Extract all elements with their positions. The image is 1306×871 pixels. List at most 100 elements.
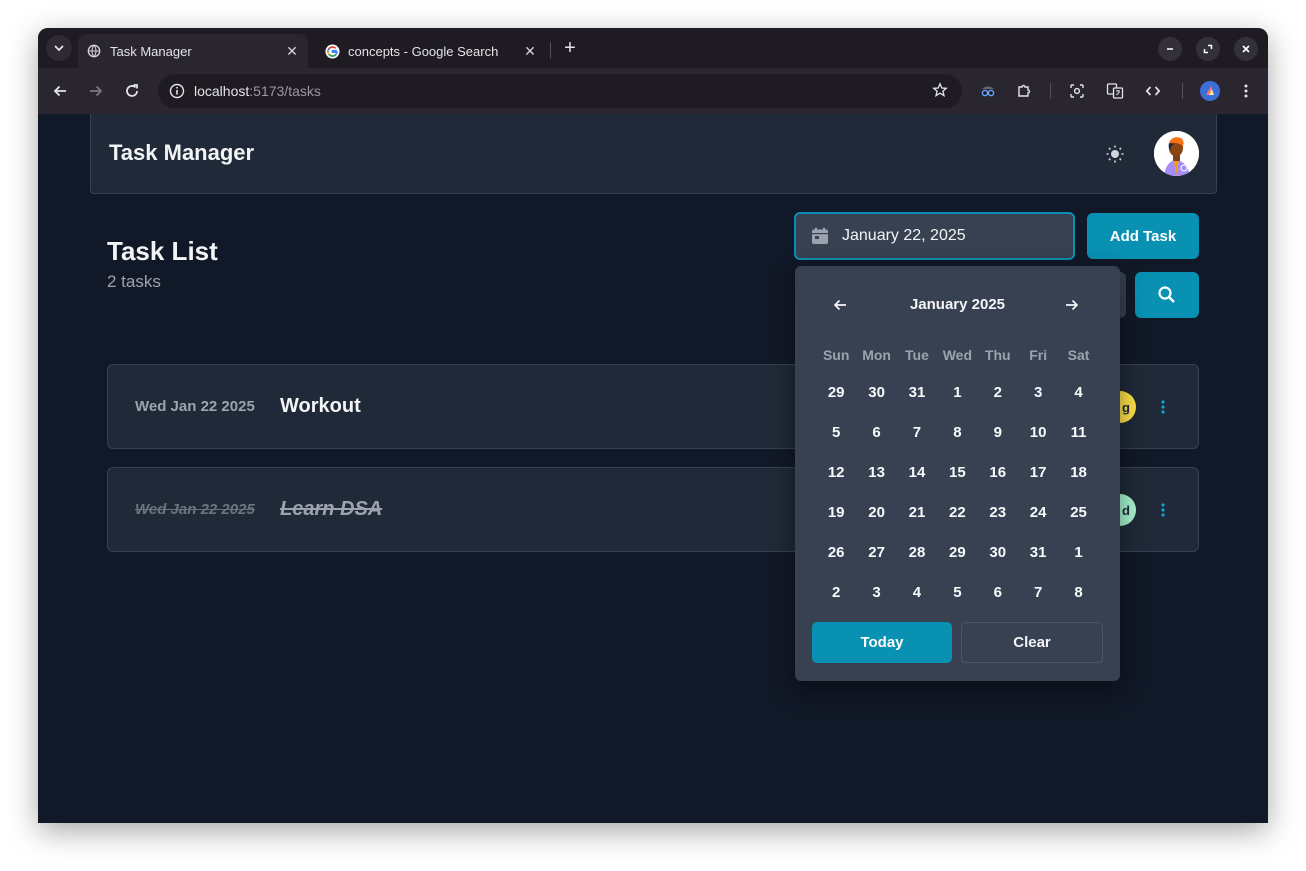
calendar-day[interactable]: 12 xyxy=(816,462,856,502)
calendar-day[interactable]: 27 xyxy=(856,542,896,582)
calendar-day[interactable]: 18 xyxy=(1058,462,1098,502)
calendar-day[interactable]: 11 xyxy=(1058,422,1098,462)
profile-avatar[interactable] xyxy=(1198,79,1222,103)
calendar-day[interactable]: 15 xyxy=(937,462,977,502)
calendar-day[interactable]: 7 xyxy=(1018,582,1058,622)
star-icon[interactable] xyxy=(932,82,948,103)
site-info-icon[interactable] xyxy=(160,83,194,99)
calendar-day[interactable]: 6 xyxy=(978,582,1018,622)
task-date: Wed Jan 22 2025 xyxy=(135,398,255,415)
google-icon xyxy=(324,43,340,59)
arrow-right-icon xyxy=(1066,299,1079,311)
calendar-day[interactable]: 1 xyxy=(937,382,977,422)
calendar-day[interactable]: 22 xyxy=(937,502,977,542)
url-host: localhost xyxy=(194,83,250,99)
calendar-icon xyxy=(812,227,828,244)
calendar-day[interactable]: 16 xyxy=(978,462,1018,502)
app-title: Task Manager xyxy=(109,140,255,165)
clear-button[interactable]: Clear xyxy=(961,622,1103,663)
calendar-day[interactable]: 13 xyxy=(856,462,896,502)
reload-button[interactable] xyxy=(120,79,144,103)
translate-icon[interactable] xyxy=(1103,79,1127,103)
close-icon[interactable]: ✕ xyxy=(284,43,300,59)
calendar-day[interactable]: 23 xyxy=(978,502,1018,542)
lens-icon[interactable] xyxy=(1065,79,1089,103)
tab-strip: Task Manager ✕ concepts - Google Search … xyxy=(38,28,1268,68)
calendar-day[interactable]: 5 xyxy=(816,422,856,462)
search-button[interactable] xyxy=(1135,272,1199,318)
date-picker-input[interactable]: January 22, 2025 xyxy=(794,212,1075,260)
calendar-day[interactable]: 5 xyxy=(937,582,977,622)
calendar-day[interactable]: 2 xyxy=(816,582,856,622)
calendar-day[interactable]: 1 xyxy=(1058,542,1098,582)
calendar-day[interactable]: 28 xyxy=(897,542,937,582)
more-options-icon[interactable] xyxy=(1154,395,1172,419)
calendar-day[interactable]: 14 xyxy=(897,462,937,502)
chevron-down-icon xyxy=(54,45,64,52)
calendar-day[interactable]: 25 xyxy=(1058,502,1098,542)
globe-icon xyxy=(86,43,102,59)
calendar-day[interactable]: 8 xyxy=(937,422,977,462)
more-options-icon[interactable] xyxy=(1154,498,1172,522)
close-window-button[interactable] xyxy=(1234,37,1258,61)
new-tab-button[interactable]: + xyxy=(558,36,582,60)
calendar-day[interactable]: 26 xyxy=(816,542,856,582)
task-date: Wed Jan 22 2025 xyxy=(135,501,255,518)
today-button[interactable]: Today xyxy=(812,622,952,663)
minimize-icon xyxy=(1167,48,1173,50)
calendar-day[interactable]: 4 xyxy=(897,582,937,622)
user-avatar[interactable] xyxy=(1154,131,1199,176)
weekday-label: Thu xyxy=(984,347,1011,363)
calendar-day[interactable]: 4 xyxy=(1058,382,1098,422)
back-button[interactable] xyxy=(48,79,72,103)
spy-extension-icon[interactable] xyxy=(976,79,1000,103)
close-icon xyxy=(1242,45,1250,53)
weekday-header: Sun Mon Tue Wed Thu Fri Sat xyxy=(816,344,1099,366)
code-icon[interactable] xyxy=(1141,79,1165,103)
minimize-button[interactable] xyxy=(1158,37,1182,61)
restore-icon xyxy=(1203,44,1213,54)
calendar-week: 2 3 4 5 6 7 8 xyxy=(816,582,1099,622)
theme-toggle-button[interactable] xyxy=(1103,142,1127,166)
reload-icon xyxy=(126,84,138,97)
maximize-button[interactable] xyxy=(1196,37,1220,61)
calendar-day[interactable]: 3 xyxy=(856,582,896,622)
toolbar-divider xyxy=(1182,83,1183,99)
tab-task-manager[interactable]: Task Manager ✕ xyxy=(78,34,308,68)
kebab-menu-icon[interactable] xyxy=(1234,79,1258,103)
next-month-button[interactable] xyxy=(1058,294,1086,316)
close-icon[interactable]: ✕ xyxy=(522,43,538,59)
task-count: 2 tasks xyxy=(107,272,161,291)
calendar-day[interactable]: 31 xyxy=(1018,542,1058,582)
calendar-day[interactable]: 8 xyxy=(1058,582,1098,622)
weekday-label: Fri xyxy=(1029,347,1048,363)
calendar-day[interactable]: 2 xyxy=(978,382,1018,422)
calendar-day[interactable]: 30 xyxy=(978,542,1018,582)
weekday-label: Sat xyxy=(1067,347,1090,363)
puzzle-icon[interactable] xyxy=(1012,79,1036,103)
calendar-day[interactable]: 9 xyxy=(978,422,1018,462)
address-bar[interactable]: localhost:5173/tasks xyxy=(158,74,962,108)
calendar-day[interactable]: 31 xyxy=(897,382,937,422)
calendar-day[interactable]: 29 xyxy=(937,542,977,582)
calendar-day[interactable]: 3 xyxy=(1018,382,1058,422)
tab-search-button[interactable] xyxy=(46,35,72,61)
calendar-day[interactable]: 7 xyxy=(897,422,937,462)
calendar-day[interactable]: 29 xyxy=(816,382,856,422)
calendar-week: 12 13 14 15 16 17 18 xyxy=(816,462,1099,502)
forward-button[interactable] xyxy=(84,79,108,103)
calendar-day[interactable]: 17 xyxy=(1018,462,1058,502)
calendar-day[interactable]: 6 xyxy=(856,422,896,462)
page-content: Task Manager Task List 2 tasks January 2… xyxy=(38,114,1268,823)
tab-google-search[interactable]: concepts - Google Search ✕ xyxy=(316,34,546,68)
calendar-popup: January 2025 Sun Mon Tue Wed Thu Fri Sat… xyxy=(795,266,1120,681)
calendar-day[interactable]: 20 xyxy=(856,502,896,542)
add-task-button[interactable]: Add Task xyxy=(1087,213,1199,259)
calendar-day[interactable]: 30 xyxy=(856,382,896,422)
calendar-day[interactable]: 10 xyxy=(1018,422,1058,462)
calendar-day[interactable]: 24 xyxy=(1018,502,1058,542)
calendar-day[interactable]: 21 xyxy=(897,502,937,542)
calendar-day[interactable]: 19 xyxy=(816,502,856,542)
weekday-label: Sun xyxy=(822,347,850,363)
url-path: :5173/tasks xyxy=(249,83,321,99)
